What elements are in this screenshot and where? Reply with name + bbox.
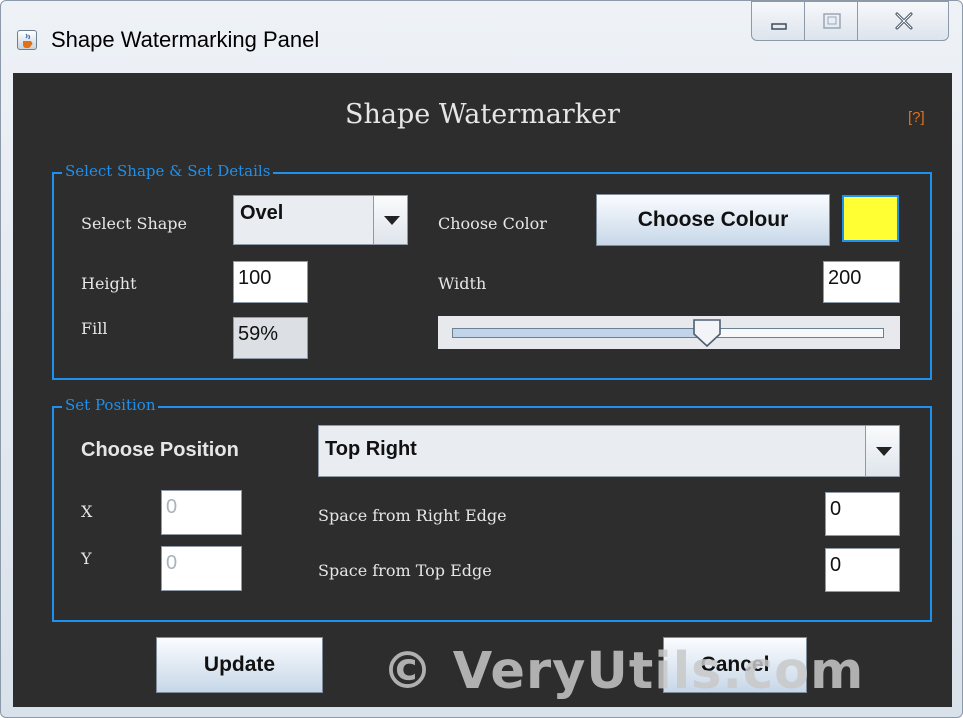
close-icon — [895, 12, 913, 30]
width-label: Width — [438, 274, 487, 293]
title-bar[interactable]: Shape Watermarking Panel — [1, 1, 962, 71]
java-cup-icon — [17, 30, 37, 50]
height-label: Height — [81, 274, 137, 293]
slider-fill — [453, 329, 708, 337]
right-edge-label: Space from Right Edge — [318, 506, 507, 525]
x-field[interactable]: 0 — [161, 490, 242, 535]
color-swatch[interactable] — [842, 195, 899, 242]
shape-select-value: Ovel — [240, 202, 284, 224]
right-edge-field[interactable]: 0 — [825, 492, 900, 536]
content-panel: Shape Watermarker [?] Select Shape & Set… — [13, 73, 952, 707]
fill-slider[interactable] — [438, 316, 900, 349]
update-button[interactable]: Update — [156, 637, 323, 693]
fill-label: Fill — [81, 319, 108, 338]
top-edge-field[interactable]: 0 — [825, 548, 900, 592]
maximize-button[interactable] — [804, 1, 858, 41]
chevron-down-icon[interactable] — [373, 196, 407, 244]
minimize-icon — [771, 23, 787, 30]
slider-track — [452, 328, 884, 338]
position-select[interactable]: Top Right — [318, 425, 900, 477]
position-select-value: Top Right — [325, 438, 417, 460]
window-title: Shape Watermarking Panel — [51, 27, 320, 52]
x-label: X — [81, 502, 93, 521]
shape-select[interactable]: Ovel — [233, 195, 408, 245]
choose-color-label: Choose Color — [438, 214, 547, 233]
select-shape-label: Select Shape — [81, 214, 188, 233]
panel-heading: Shape Watermarker — [345, 99, 620, 130]
width-field[interactable]: 200 — [823, 261, 900, 303]
position-legend: Set Position — [62, 396, 159, 414]
minimize-button[interactable] — [751, 1, 805, 41]
chevron-down-icon[interactable] — [865, 426, 899, 476]
close-button[interactable] — [857, 1, 949, 41]
choose-colour-button[interactable]: Choose Colour — [596, 194, 830, 246]
fill-value: 59% — [233, 317, 308, 359]
top-edge-label: Space from Top Edge — [318, 561, 492, 580]
help-link[interactable]: [?] — [908, 109, 925, 126]
y-label: Y — [81, 549, 92, 568]
app-window: Shape Watermarking Panel Shape Watermark… — [0, 0, 963, 718]
shape-details-legend: Select Shape & Set Details — [62, 162, 274, 180]
maximize-icon — [823, 13, 841, 29]
height-field[interactable]: 100 — [233, 261, 308, 303]
slider-thumb[interactable] — [692, 318, 722, 348]
watermark-text: © VeryUtils.com — [382, 642, 865, 701]
choose-position-label: Choose Position — [81, 439, 239, 461]
y-field[interactable]: 0 — [161, 546, 242, 591]
